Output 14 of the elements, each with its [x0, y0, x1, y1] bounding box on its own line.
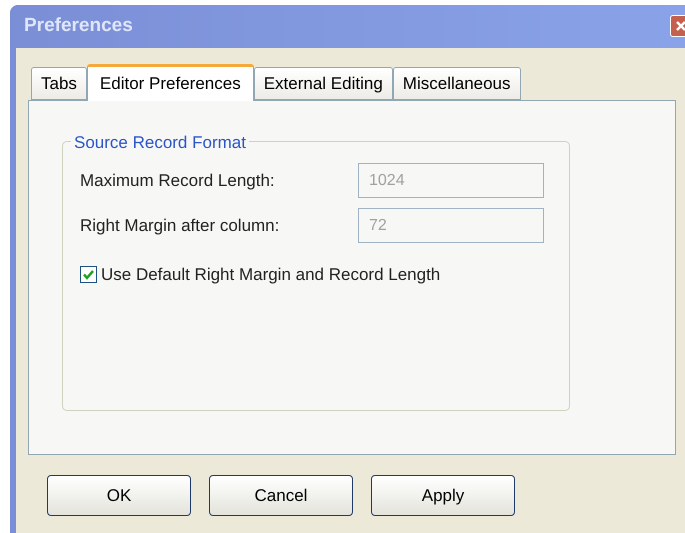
tab[interactable]: Miscellaneous	[392, 67, 521, 100]
checkbox[interactable]	[80, 266, 97, 284]
dialog-button[interactable]: Cancel	[209, 475, 353, 516]
tab[interactable]: External Editing	[254, 67, 393, 100]
dialog-button[interactable]: OK	[47, 475, 191, 516]
tab[interactable]: Tabs	[31, 67, 87, 100]
default-checkbox[interactable]: Use Default Right Margin and Record Length	[80, 262, 569, 288]
field-label: Maximum Record Length:	[80, 170, 276, 192]
close-icon	[675, 20, 685, 32]
field-label: Right Margin after column:	[80, 214, 280, 237]
check-icon	[82, 268, 95, 282]
window-title: Preferences	[24, 14, 133, 38]
dialog-button[interactable]: Apply	[371, 475, 515, 516]
tab[interactable]: Editor Preferences	[86, 64, 254, 101]
